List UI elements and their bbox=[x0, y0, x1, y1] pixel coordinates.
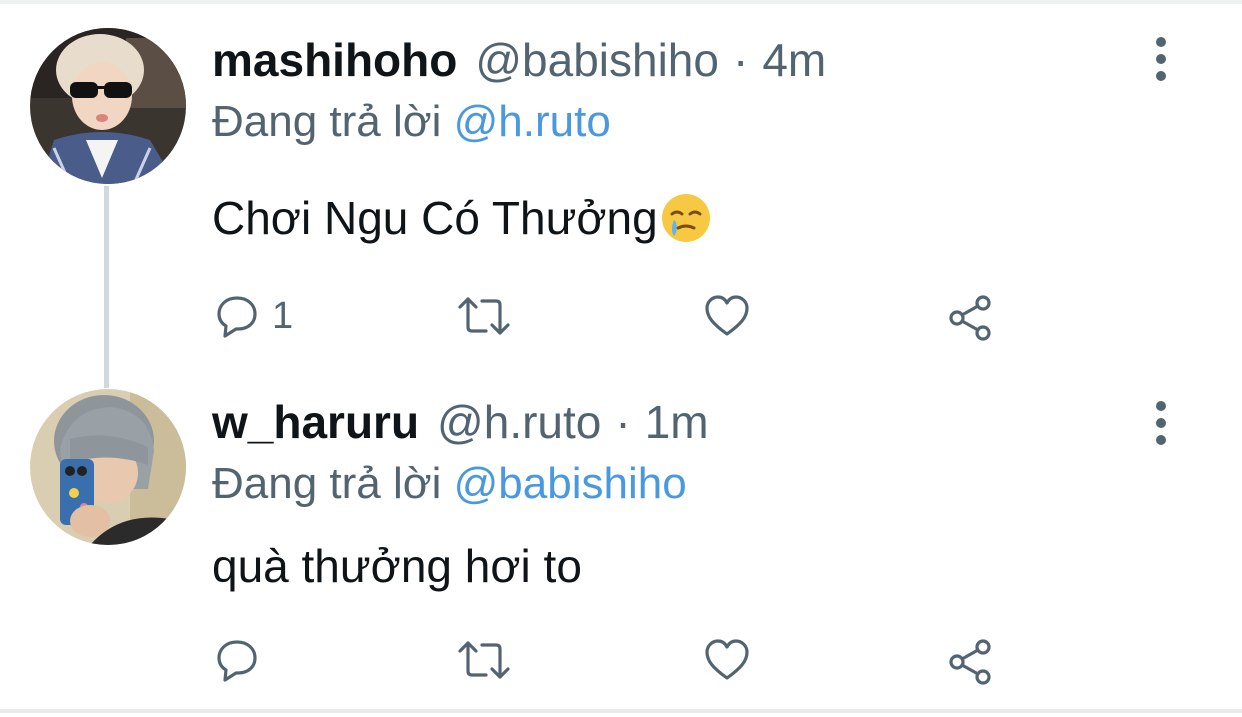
tweet-text: Chơi Ngu Có Thưởng bbox=[212, 188, 712, 248]
retweet-button[interactable] bbox=[456, 632, 524, 688]
reply-icon bbox=[217, 296, 257, 338]
replying-to: Đang trả lời @babishiho bbox=[212, 456, 687, 512]
tweet-header: mashihoho @babishiho · 4m bbox=[212, 30, 826, 90]
share-button[interactable] bbox=[946, 290, 996, 346]
more-options-icon[interactable] bbox=[1141, 398, 1181, 448]
tweet-header: w_haruru @h.ruto · 1m bbox=[212, 392, 709, 452]
avatar-image bbox=[30, 28, 186, 184]
bottom-divider bbox=[0, 709, 1242, 713]
separator: · bbox=[732, 34, 749, 86]
face-holding-back-tears-icon bbox=[661, 194, 710, 242]
timestamp[interactable]: 1m bbox=[645, 392, 709, 452]
reply-count: 1 bbox=[272, 294, 294, 337]
user-handle[interactable]: @h.ruto bbox=[437, 392, 601, 452]
avatar[interactable] bbox=[30, 28, 186, 184]
reply-button[interactable] bbox=[214, 632, 272, 688]
mention-link[interactable]: @babishiho bbox=[454, 459, 687, 508]
retweet-icon bbox=[458, 297, 510, 335]
like-icon bbox=[705, 295, 749, 336]
reply-button[interactable]: 1 bbox=[214, 288, 293, 344]
reply-icon bbox=[217, 640, 257, 682]
separator: · bbox=[615, 396, 631, 448]
timestamp[interactable]: 4m bbox=[762, 30, 826, 90]
display-name[interactable]: mashihoho bbox=[212, 30, 457, 90]
retweet-button[interactable] bbox=[456, 288, 524, 344]
like-button[interactable] bbox=[703, 632, 763, 688]
display-name[interactable]: w_haruru bbox=[212, 392, 419, 452]
thread-connector-line bbox=[104, 186, 109, 388]
retweet-icon bbox=[458, 641, 510, 679]
avatar[interactable] bbox=[30, 389, 186, 545]
share-icon bbox=[949, 295, 991, 341]
reply-prefix: Đang trả lời bbox=[212, 97, 442, 146]
like-icon bbox=[705, 639, 749, 680]
share-button[interactable] bbox=[946, 634, 996, 690]
more-options-icon[interactable] bbox=[1141, 34, 1181, 84]
mention-link[interactable]: @h.ruto bbox=[454, 97, 611, 146]
share-icon bbox=[949, 639, 991, 685]
top-divider bbox=[0, 0, 1242, 4]
tweet-text: quà thưởng hơi to bbox=[212, 536, 582, 596]
reply-prefix: Đang trả lời bbox=[212, 459, 442, 508]
tweet-body: Chơi Ngu Có Thưởng bbox=[212, 192, 658, 244]
user-handle[interactable]: @babishiho bbox=[475, 30, 719, 90]
avatar-image bbox=[30, 389, 186, 545]
replying-to: Đang trả lời @h.ruto bbox=[212, 94, 611, 150]
tweet-body: quà thưởng hơi to bbox=[212, 540, 582, 592]
like-button[interactable] bbox=[703, 288, 763, 344]
